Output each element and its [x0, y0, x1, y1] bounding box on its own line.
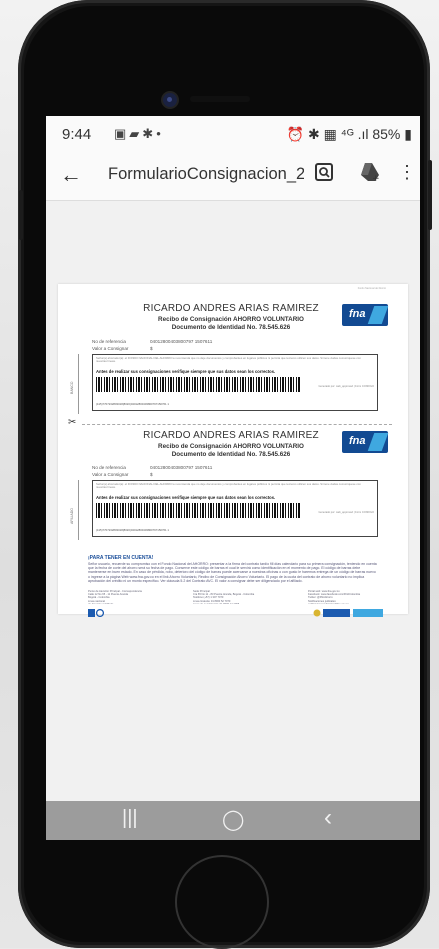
barcode-number: (415)7707232803018(8020)0401280040380079… — [96, 402, 169, 406]
footer-logo-right — [313, 604, 383, 617]
more-vert-icon[interactable]: ⋮ — [398, 162, 416, 183]
alarm-signal-icons: ⏰ ✱ ▦ ⁴ᴳ .ıl — [286, 126, 369, 142]
slip-receipt-title: Recibo de Consignación AHORRO VOLUNTARIO — [158, 443, 304, 450]
ref-value: 04012800403800797 1507611 — [150, 339, 213, 344]
ref-value: 04012800403800797 1507611 — [150, 465, 213, 470]
section-bar — [78, 354, 79, 414]
screen: 9:44 ▣▰✱• ⏰ ✱ ▦ ⁴ᴳ .ıl 85% ▮ ← Formulari… — [46, 116, 420, 840]
verify-warning: Antes de realizar sus consignaciones ver… — [96, 495, 276, 500]
slip-name: RICARDO ANDRES ARIAS RAMIREZ — [143, 430, 319, 441]
front-camera — [163, 93, 177, 107]
footer-col-3: Portal web: www.fna.gov.co Facebook: www… — [308, 590, 361, 604]
slip-id-line: Documento de Identidad No. 78.545.626 — [171, 324, 291, 331]
logo-stripe — [367, 433, 389, 451]
footer-logo-left — [88, 604, 105, 618]
svg-text:+: + — [372, 174, 380, 182]
slip-name: RICARDO ANDRES ARIAS RAMIREZ — [143, 303, 319, 314]
watermark: Fondo Nacional del Ahorro — [357, 287, 386, 290]
puzzle-icon: ✱ — [142, 126, 157, 141]
status-bar: 9:44 ▣▰✱• ⏰ ✱ ▦ ⁴ᴳ .ıl 85% ▮ — [46, 116, 420, 150]
logo-stripe — [367, 306, 389, 324]
fine-print: Señor(a) ahorrador(a): el FONDO NACIONAL… — [96, 482, 361, 490]
fna-logo: fna — [342, 431, 389, 453]
logo-text: fna — [349, 308, 366, 320]
barcode-number: (415)7707232803018(8020)0401280040380079… — [96, 528, 169, 532]
message-icon: ▰ — [129, 126, 143, 141]
section-bar — [78, 480, 79, 540]
system-icons: ⏰ ✱ ▦ ⁴ᴳ .ıl 85% ▮ — [287, 126, 412, 143]
logo-text: fna — [349, 435, 366, 447]
value-label: Valor a Consignar — [92, 472, 129, 477]
value-amount: $ — [150, 472, 153, 477]
side-button-left — [19, 190, 23, 240]
notice-title: ¡PARA TENER EN CUENTA! — [88, 555, 154, 561]
battery-icon: ▮ — [404, 126, 412, 142]
scissors-icon: ✂ — [68, 417, 77, 428]
slip-id-line: Documento de Identidad No. 78.545.626 — [171, 451, 291, 458]
drive-add-icon[interactable]: + — [358, 162, 380, 188]
cut-line — [82, 424, 392, 425]
barcode — [96, 503, 300, 518]
search-icon[interactable] — [314, 162, 334, 188]
generated-by: Generado por: web_approved | Form CONFIG… — [318, 385, 374, 388]
barcode-box: Señor(a) ahorrador(a): el FONDO NACIONAL… — [92, 480, 378, 537]
section-label: AFILIADO — [70, 508, 74, 524]
slip-receipt-title: Recibo de Consignación AHORRO VOLUNTARIO — [158, 316, 304, 323]
back-button[interactable]: ‹ — [324, 804, 332, 832]
value-amount: $ — [150, 346, 153, 351]
home-button[interactable]: ◯ — [222, 807, 244, 832]
nav-bar: ||| ◯ ‹ — [46, 801, 420, 840]
footer-col-2: Sede Principal Cra 65 No 11 - 83 Puente … — [193, 590, 255, 604]
status-time: 9:44 — [62, 126, 92, 143]
footer-col-1: Punto de Atención Principal - Correspond… — [88, 590, 142, 604]
notice-text: Señor usuario, recuerde su compromiso co… — [88, 562, 377, 583]
dot-icon: • — [156, 126, 164, 141]
value-label: Valor a Consignar — [92, 346, 129, 351]
hardware-home-button[interactable] — [175, 855, 269, 949]
pdf-page: Fondo Nacional del Ahorro RICARDO ANDRES… — [58, 284, 408, 618]
fna-logo: fna — [342, 304, 389, 326]
section-label: BANCO — [70, 381, 74, 394]
generated-by: Generado por: web_approved | Form CONFIG… — [318, 511, 374, 514]
barcode-box: Señor(a) ahorrador(a): el FONDO NACIONAL… — [92, 354, 378, 411]
notification-icons: ▣▰✱• — [114, 126, 164, 142]
fine-print: Señor(a) ahorrador(a): el FONDO NACIONAL… — [96, 356, 361, 364]
gallery-icon: ▣ — [114, 126, 130, 141]
recents-button[interactable]: ||| — [122, 807, 138, 830]
verify-warning: Antes de realizar sus consignaciones ver… — [96, 369, 276, 374]
app-bar: ← FormularioConsignacion_20... + ⋮ — [46, 150, 420, 201]
ref-label: No de referencia — [92, 339, 126, 344]
file-title: FormularioConsignacion_20... — [108, 165, 304, 183]
battery-level: 85% — [372, 126, 401, 142]
arrow-left-icon[interactable]: ← — [60, 162, 82, 188]
ref-label: No de referencia — [92, 465, 126, 470]
side-button-right — [428, 160, 432, 230]
speaker — [190, 96, 250, 102]
barcode — [96, 377, 300, 392]
